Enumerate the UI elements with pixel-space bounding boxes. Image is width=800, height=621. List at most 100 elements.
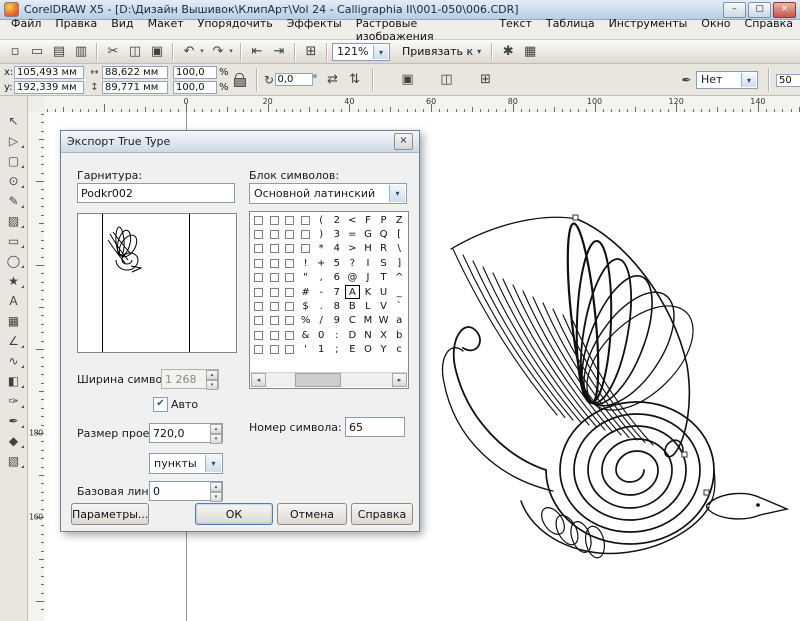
outline-pen-tool[interactable]: ✒ bbox=[3, 412, 25, 430]
char-cell[interactable]: F bbox=[360, 213, 376, 227]
open-icon[interactable]: ▭ bbox=[27, 42, 47, 62]
scroll-right-icon[interactable]: ▸ bbox=[392, 373, 407, 387]
char-cell[interactable]: 3 bbox=[329, 227, 345, 241]
char-cell[interactable]: & bbox=[298, 328, 314, 342]
spin-up-icon[interactable]: ▴ bbox=[210, 482, 222, 492]
char-cell[interactable]: 4 bbox=[329, 242, 345, 256]
connector-tool[interactable]: ∿ bbox=[3, 352, 25, 370]
char-cell[interactable]: 0 bbox=[313, 328, 329, 342]
char-cell[interactable]: I bbox=[360, 256, 376, 270]
mirror-horizontal-button[interactable]: ⇄ bbox=[323, 70, 343, 90]
char-cell[interactable]: / bbox=[313, 314, 329, 328]
options-button[interactable]: Параметры... bbox=[71, 503, 149, 525]
snap-to-button[interactable]: Привязать к ▾ bbox=[396, 43, 487, 60]
char-cell[interactable]: ' bbox=[298, 343, 314, 357]
char-cell[interactable] bbox=[282, 271, 298, 285]
scroll-left-icon[interactable]: ◂ bbox=[251, 373, 266, 387]
grid-scrollbar[interactable]: ◂ ▸ bbox=[251, 372, 407, 387]
undo-icon[interactable]: ↶ bbox=[179, 42, 199, 62]
char-cell[interactable] bbox=[282, 256, 298, 270]
char-cell[interactable]: Q bbox=[376, 227, 392, 241]
char-cell[interactable] bbox=[251, 213, 267, 227]
spin-up-icon[interactable]: ▴ bbox=[206, 370, 218, 380]
eyedropper-tool[interactable]: ✑ bbox=[3, 392, 25, 410]
char-cell[interactable]: P bbox=[376, 213, 392, 227]
spin-down-icon[interactable]: ▾ bbox=[206, 380, 218, 390]
char-cell[interactable]: G bbox=[360, 227, 376, 241]
outline-width-combo[interactable]: Нет ▾ bbox=[696, 71, 758, 89]
char-cell[interactable]: A bbox=[345, 285, 361, 299]
right-edge-field[interactable] bbox=[776, 74, 800, 87]
blend-tool[interactable]: ◧ bbox=[3, 372, 25, 390]
char-cell[interactable] bbox=[298, 242, 314, 256]
print-icon[interactable]: ▥ bbox=[71, 42, 91, 62]
char-cell[interactable]: Y bbox=[376, 343, 392, 357]
char-cell[interactable] bbox=[267, 299, 283, 313]
char-cell[interactable]: ? bbox=[345, 256, 361, 270]
char-cell[interactable]: N bbox=[360, 328, 376, 342]
char-cell[interactable]: H bbox=[360, 242, 376, 256]
units-dropdown-icon[interactable]: ▾ bbox=[205, 455, 221, 472]
cancel-button[interactable]: Отмена bbox=[277, 503, 347, 525]
cut-icon[interactable]: ✂ bbox=[103, 42, 123, 62]
char-cell[interactable] bbox=[282, 299, 298, 313]
char-cell[interactable]: ! bbox=[298, 256, 314, 270]
paste-icon[interactable]: ▣ bbox=[147, 42, 167, 62]
char-cell[interactable] bbox=[267, 271, 283, 285]
char-cell[interactable]: $ bbox=[298, 299, 314, 313]
char-cell[interactable]: Z bbox=[391, 213, 407, 227]
char-cell[interactable]: a bbox=[391, 314, 407, 328]
undo-dropdown-icon[interactable]: ▾ bbox=[198, 42, 206, 62]
rectangle-tool[interactable]: ▭ bbox=[3, 232, 25, 250]
char-cell[interactable]: S bbox=[376, 256, 392, 270]
spin-down-icon[interactable]: ▾ bbox=[210, 492, 222, 502]
auto-checkbox[interactable]: ✔ bbox=[153, 397, 168, 412]
char-cell[interactable] bbox=[267, 285, 283, 299]
char-cell[interactable]: 8 bbox=[329, 299, 345, 313]
interactive-fill-tool[interactable]: ▧ bbox=[3, 452, 25, 470]
char-cell[interactable] bbox=[282, 314, 298, 328]
dimension-tool[interactable]: ∠ bbox=[3, 332, 25, 350]
ok-button[interactable]: ОК bbox=[195, 503, 273, 525]
char-cell[interactable] bbox=[282, 343, 298, 357]
new-document-icon[interactable]: ▫ bbox=[5, 42, 25, 62]
char-cell[interactable] bbox=[282, 285, 298, 299]
char-cell[interactable]: R bbox=[376, 242, 392, 256]
char-cell[interactable]: C bbox=[345, 314, 361, 328]
fill-tool[interactable]: ◆ bbox=[3, 432, 25, 450]
export-icon[interactable]: ⇥ bbox=[269, 42, 289, 62]
char-cell[interactable]: : bbox=[329, 328, 345, 342]
text-tool[interactable]: A bbox=[3, 292, 25, 310]
shape-tool[interactable]: ▷ bbox=[3, 132, 25, 150]
char-cell[interactable]: b bbox=[391, 328, 407, 342]
char-cell[interactable]: * bbox=[313, 242, 329, 256]
object-height-field[interactable] bbox=[102, 81, 168, 94]
char-cell[interactable] bbox=[267, 256, 283, 270]
scroll-thumb[interactable] bbox=[295, 373, 341, 387]
table-tool[interactable]: ▦ bbox=[3, 312, 25, 330]
mirror-vertical-button[interactable]: ⇅ bbox=[345, 70, 365, 90]
dialog-titlebar[interactable]: Экспорт True Type × bbox=[61, 131, 419, 153]
zoom-tool[interactable]: ⊙ bbox=[3, 172, 25, 190]
char-cell[interactable]: T bbox=[376, 271, 392, 285]
char-cell[interactable]: L bbox=[360, 299, 376, 313]
char-cell[interactable] bbox=[251, 328, 267, 342]
wrap-text-button[interactable]: ▣ bbox=[398, 70, 418, 90]
help-button[interactable]: Справка bbox=[351, 503, 413, 525]
char-cell[interactable] bbox=[267, 314, 283, 328]
char-number-field[interactable] bbox=[345, 417, 405, 437]
char-cell[interactable]: < bbox=[345, 213, 361, 227]
char-cell[interactable] bbox=[267, 343, 283, 357]
char-cell[interactable]: D bbox=[345, 328, 361, 342]
copy-icon[interactable]: ◫ bbox=[125, 42, 145, 62]
guidelines-icon[interactable]: ▦ bbox=[520, 42, 540, 62]
char-cell[interactable]: % bbox=[298, 314, 314, 328]
char-cell[interactable] bbox=[251, 227, 267, 241]
char-cell[interactable]: ) bbox=[313, 227, 329, 241]
char-cell[interactable]: M bbox=[360, 314, 376, 328]
import-icon[interactable]: ⇤ bbox=[247, 42, 267, 62]
char-cell[interactable]: # bbox=[298, 285, 314, 299]
char-cell[interactable] bbox=[267, 242, 283, 256]
char-cell[interactable]: 5 bbox=[329, 256, 345, 270]
scale-y-field[interactable] bbox=[173, 81, 217, 94]
